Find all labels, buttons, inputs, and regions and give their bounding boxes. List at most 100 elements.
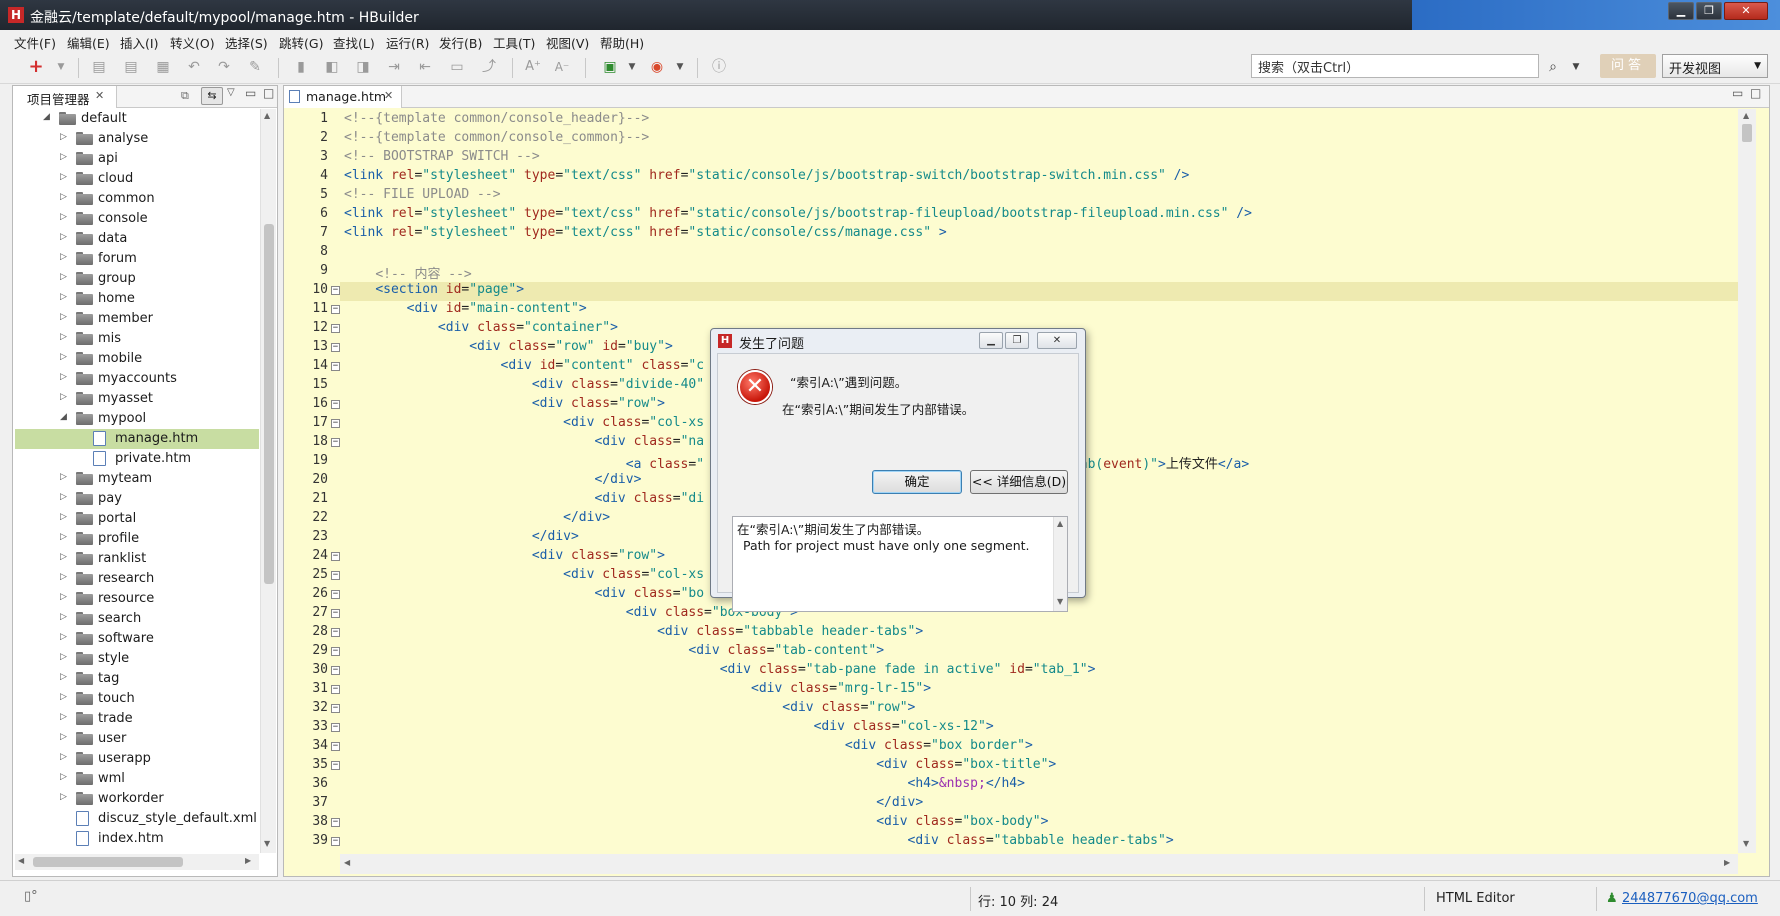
collapse-all-icon[interactable]: ⧉ (181, 89, 189, 103)
tree-horizontal-scrollbar[interactable]: ◀ ▶ (15, 854, 259, 870)
editor-vertical-scrollbar[interactable]: ▲ ▼ (1738, 109, 1756, 853)
expand-arrow-icon[interactable]: ▷ (60, 252, 68, 262)
step-icon[interactable]: ⇤ (416, 58, 434, 76)
undo-icon[interactable]: ↶ (185, 58, 203, 76)
code-line[interactable]: <!-- FILE UPLOAD --> (340, 187, 1738, 206)
tree-folder[interactable]: ▷ cloud (15, 169, 259, 189)
code-line[interactable]: <div class="box-body"> (340, 814, 1738, 833)
scroll-right-icon[interactable]: ▶ (1724, 858, 1730, 867)
collapse-arrow-icon[interactable]: ◢ (43, 112, 51, 122)
tree-scroll-thumb[interactable] (264, 224, 274, 584)
code-line[interactable]: <h4>&nbsp;</h4> (340, 776, 1738, 795)
expand-arrow-icon[interactable]: ▷ (60, 792, 68, 802)
tree-folder[interactable]: ▷ user (15, 729, 259, 749)
ok-button[interactable]: 确定 (872, 470, 962, 494)
expand-arrow-icon[interactable]: ▷ (60, 232, 68, 242)
format-icon[interactable]: ✎ (246, 58, 264, 76)
code-line[interactable]: <div id="main-content"> (340, 301, 1738, 320)
tree-folder[interactable]: ▷ pay (15, 489, 259, 509)
expand-arrow-icon[interactable]: ▷ (60, 512, 68, 522)
tab-project-manager[interactable]: 项目管理器 ✕ (13, 86, 117, 108)
expand-arrow-icon[interactable]: ▷ (60, 312, 68, 322)
code-line[interactable]: <div class="box border"> (340, 738, 1738, 757)
scroll-left-icon[interactable]: ◀ (18, 856, 24, 865)
expand-arrow-icon[interactable]: ▷ (60, 192, 68, 202)
search-dropdown-icon[interactable]: ▼ (1567, 58, 1585, 76)
details-scrollbar[interactable]: ▲ ▼ (1053, 517, 1067, 611)
maximize-editor-icon[interactable]: □ (1750, 86, 1761, 100)
fold-toggle-icon[interactable]: − (331, 305, 340, 314)
tree-folder[interactable]: ▷ mobile (15, 349, 259, 369)
fold-toggle-icon[interactable]: − (331, 343, 340, 352)
expand-arrow-icon[interactable]: ▷ (60, 332, 68, 342)
search-icon[interactable]: ⌕ (1544, 58, 1562, 76)
tree-folder[interactable]: ▷ myasset (15, 389, 259, 409)
expand-arrow-icon[interactable]: ▷ (60, 212, 68, 222)
view-select[interactable]: 开发视图 ▼ (1662, 54, 1768, 78)
tree-folder[interactable]: ▷ trade (15, 709, 259, 729)
tree-folder[interactable]: ▷ myaccounts (15, 369, 259, 389)
expand-arrow-icon[interactable]: ▷ (60, 752, 68, 762)
tree-folder[interactable]: ▷ analyse (15, 129, 259, 149)
dialog-close-button[interactable]: ✕ (1037, 332, 1077, 349)
expand-arrow-icon[interactable]: ▷ (60, 732, 68, 742)
collapse-arrow-icon[interactable]: ◢ (60, 412, 68, 422)
expand-arrow-icon[interactable]: ▷ (60, 592, 68, 602)
expand-arrow-icon[interactable]: ▷ (60, 632, 68, 642)
expand-arrow-icon[interactable]: ▷ (60, 672, 68, 682)
jump-icon[interactable]: ⇥ (385, 58, 403, 76)
fold-toggle-icon[interactable]: − (331, 609, 340, 618)
fold-toggle-icon[interactable]: − (331, 400, 340, 409)
code-line[interactable]: <div class="row"> (340, 700, 1738, 719)
expand-arrow-icon[interactable]: ▷ (60, 132, 68, 142)
code-line[interactable]: </div> (340, 795, 1738, 814)
expand-arrow-icon[interactable]: ▷ (60, 572, 68, 582)
tree-vertical-scrollbar[interactable]: ▲ ▼ (260, 109, 276, 853)
save-all-icon[interactable]: ▤ (122, 58, 140, 76)
dialog-restore-button[interactable]: ❐ (1005, 332, 1029, 349)
tree-folder[interactable]: ▷ userapp (15, 749, 259, 769)
chrome-browser-icon[interactable]: ◉ (648, 58, 666, 76)
maximize-panel-icon[interactable]: □ (263, 86, 274, 100)
code-line[interactable]: <div class="box-title"> (340, 757, 1738, 776)
tree-folder[interactable]: ▷ group (15, 269, 259, 289)
expand-arrow-icon[interactable]: ▷ (60, 612, 68, 622)
expand-arrow-icon[interactable]: ▷ (60, 472, 68, 482)
scroll-up-icon[interactable]: ▲ (1057, 519, 1063, 528)
tree-folder[interactable]: ▷ search (15, 609, 259, 629)
scroll-down-icon[interactable]: ▼ (1057, 597, 1063, 606)
browser-dropdown-icon[interactable]: ▼ (671, 58, 689, 76)
tree-folder[interactable]: ▷ tag (15, 669, 259, 689)
fold-toggle-icon[interactable]: − (331, 666, 340, 675)
run-dropdown-icon[interactable]: ▼ (623, 58, 641, 76)
prev-bookmark-icon[interactable]: ◧ (323, 58, 341, 76)
fold-toggle-icon[interactable]: − (331, 647, 340, 656)
tree-folder[interactable]: ▷ console (15, 209, 259, 229)
expand-arrow-icon[interactable]: ▷ (60, 292, 68, 302)
fold-toggle-icon[interactable]: − (331, 286, 340, 295)
expand-arrow-icon[interactable]: ▷ (60, 692, 68, 702)
code-line[interactable]: <!--{template common/console_common}--> (340, 130, 1738, 149)
tree-folder[interactable]: ▷ common (15, 189, 259, 209)
next-bookmark-icon[interactable]: ◨ (354, 58, 372, 76)
code-line[interactable]: <div class="tab-pane fade in active" id=… (340, 662, 1738, 681)
tree-folder[interactable]: ▷ workorder (15, 789, 259, 809)
export-icon[interactable]: ⤴ (480, 58, 498, 76)
scroll-left-icon[interactable]: ◀ (344, 858, 350, 867)
code-line[interactable]: <div class="mrg-lr-15"> (340, 681, 1738, 700)
details-button[interactable]: << 详细信息(D) (970, 470, 1068, 494)
tree-folder[interactable]: ▷ wml (15, 769, 259, 789)
scroll-down-icon[interactable]: ▼ (264, 839, 270, 848)
tree-hscroll-thumb[interactable] (33, 857, 183, 867)
minimize-panel-icon[interactable]: ▭ (245, 86, 256, 100)
expand-arrow-icon[interactable]: ▷ (60, 552, 68, 562)
close-tab-icon[interactable]: ✕ (95, 89, 104, 102)
fold-toggle-icon[interactable]: − (331, 742, 340, 751)
expand-arrow-icon[interactable]: ▷ (60, 392, 68, 402)
code-line[interactable]: <div class="col-xs-12"> (340, 719, 1738, 738)
font-increase-icon[interactable]: A⁺ (524, 58, 542, 76)
expand-arrow-icon[interactable]: ▷ (60, 492, 68, 502)
fold-toggle-icon[interactable]: − (331, 818, 340, 827)
answer-button[interactable]: 问答 (1600, 54, 1656, 78)
fold-toggle-icon[interactable]: − (331, 837, 340, 846)
